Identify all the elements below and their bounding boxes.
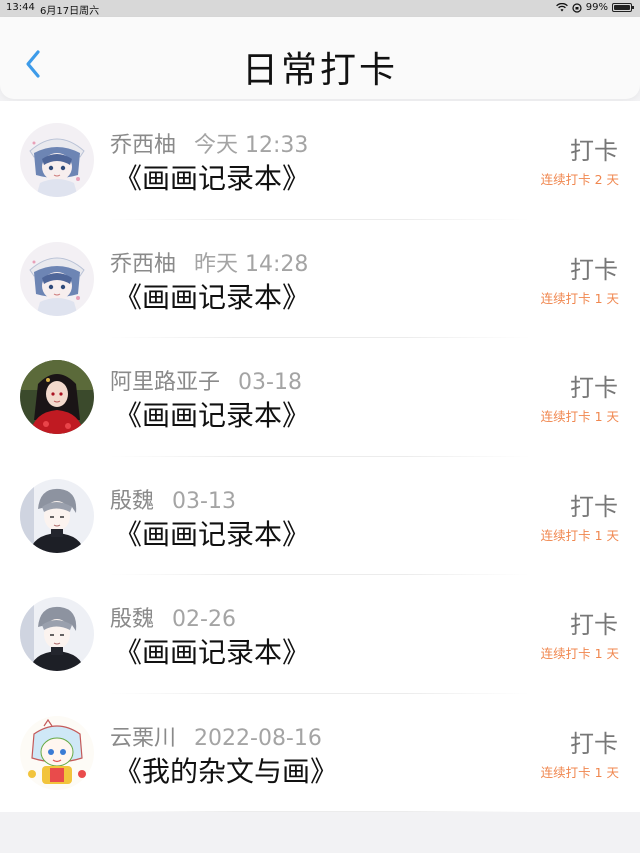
avatar[interactable]: [20, 715, 94, 790]
page-title: 日常打卡: [241, 50, 398, 91]
nav-bar: 日常打卡: [0, 17, 640, 99]
post-time: 03-13: [172, 488, 236, 514]
checkin-button[interactable]: 打卡: [570, 724, 618, 759]
avatar-image: [20, 597, 94, 671]
post-time: 2022-08-16: [194, 725, 322, 751]
list-item[interactable]: 乔西柚 昨天 14:28 《画画记录本》 打卡 连续打卡 1 天: [0, 219, 640, 338]
streak-badge: 连续打卡 1 天: [540, 764, 619, 780]
username[interactable]: 乔西柚: [110, 252, 176, 277]
user-meta: 殷魏 03-13: [110, 483, 236, 515]
streak-badge: 连续打卡 1 天: [540, 527, 619, 543]
work-title[interactable]: 《画画记录本》: [114, 276, 310, 316]
user-meta: 阿里路亚子 03-18: [110, 364, 302, 396]
user-meta: 云栗川 2022-08-16: [110, 720, 322, 752]
list-item[interactable]: 阿里路亚子 03-18 《画画记录本》 打卡 连续打卡 1 天: [0, 338, 640, 457]
post-time: 今天 12:33: [194, 133, 309, 158]
list-item[interactable]: 殷魏 02-26 《画画记录本》 打卡 连续打卡 1 天: [0, 575, 640, 694]
checkin-button[interactable]: 打卡: [570, 368, 618, 403]
streak-badge: 连续打卡 1 天: [540, 646, 619, 661]
list-item[interactable]: 乔西柚 今天 12:33 《画画记录本》 打卡 连续打卡 2 天: [0, 101, 640, 220]
avatar[interactable]: [20, 123, 94, 197]
post-time: 02-26: [172, 607, 236, 632]
status-right: 99%: [555, 2, 634, 13]
username[interactable]: 乔西柚: [110, 133, 176, 158]
battery-icon: [612, 3, 634, 12]
status-time: 13:44: [6, 2, 35, 13]
battery-percent: 99%: [585, 2, 608, 13]
work-title[interactable]: 《画画记录本》: [114, 157, 310, 197]
work-title[interactable]: 《画画记录本》: [114, 513, 310, 553]
checkin-button[interactable]: 打卡: [570, 131, 618, 166]
user-meta: 殷魏 02-26: [110, 601, 236, 633]
work-title[interactable]: 《画画记录本》: [114, 631, 310, 671]
status-date: 6月17日周六: [40, 6, 100, 17]
work-title[interactable]: 《画画记录本》: [114, 394, 310, 434]
avatar-image: [20, 478, 94, 553]
streak-badge: 连续打卡 1 天: [540, 409, 619, 424]
list-item[interactable]: 殷魏 03-13 《画画记录本》 打卡 连续打卡 1 天: [0, 456, 640, 575]
streak-badge: 连续打卡 1 天: [540, 290, 619, 306]
battery-fill: [614, 5, 630, 10]
avatar-image: [20, 715, 94, 790]
avatar[interactable]: [20, 597, 94, 671]
avatar-image: [20, 123, 94, 197]
row-divider: [110, 811, 530, 812]
checkin-list: 乔西柚 今天 12:33 《画画记录本》 打卡 连续打卡 2 天 乔西柚 昨天 14…: [0, 101, 640, 812]
work-title[interactable]: 《我的杂文与画》: [114, 750, 338, 790]
post-time: 昨天 14:28: [194, 251, 309, 277]
avatar-image: [20, 241, 94, 316]
avatar[interactable]: [20, 360, 94, 434]
streak-badge: 连续打卡 2 天: [540, 172, 619, 187]
checkin-button[interactable]: 打卡: [570, 250, 618, 285]
status-bar: 13:44 6月17日周六 99%: [0, 0, 640, 17]
orientation-lock-icon: [572, 2, 582, 13]
avatar[interactable]: [20, 241, 94, 316]
username[interactable]: 殷魏: [110, 607, 154, 632]
username[interactable]: 殷魏: [110, 489, 154, 514]
username[interactable]: 阿里路亚子: [110, 370, 220, 395]
user-meta: 乔西柚 今天 12:33: [110, 127, 308, 159]
username[interactable]: 云栗川: [110, 726, 176, 751]
avatar-image: [20, 360, 94, 434]
wifi-icon: [555, 3, 568, 12]
checkin-button[interactable]: 打卡: [570, 487, 618, 522]
post-time: 03-18: [238, 370, 302, 395]
avatar[interactable]: [20, 478, 94, 553]
user-meta: 乔西柚 昨天 14:28: [110, 246, 308, 278]
list-item[interactable]: 云栗川 2022-08-16 《我的杂文与画》 打卡 连续打卡 1 天: [0, 693, 640, 812]
checkin-button[interactable]: 打卡: [570, 605, 618, 640]
